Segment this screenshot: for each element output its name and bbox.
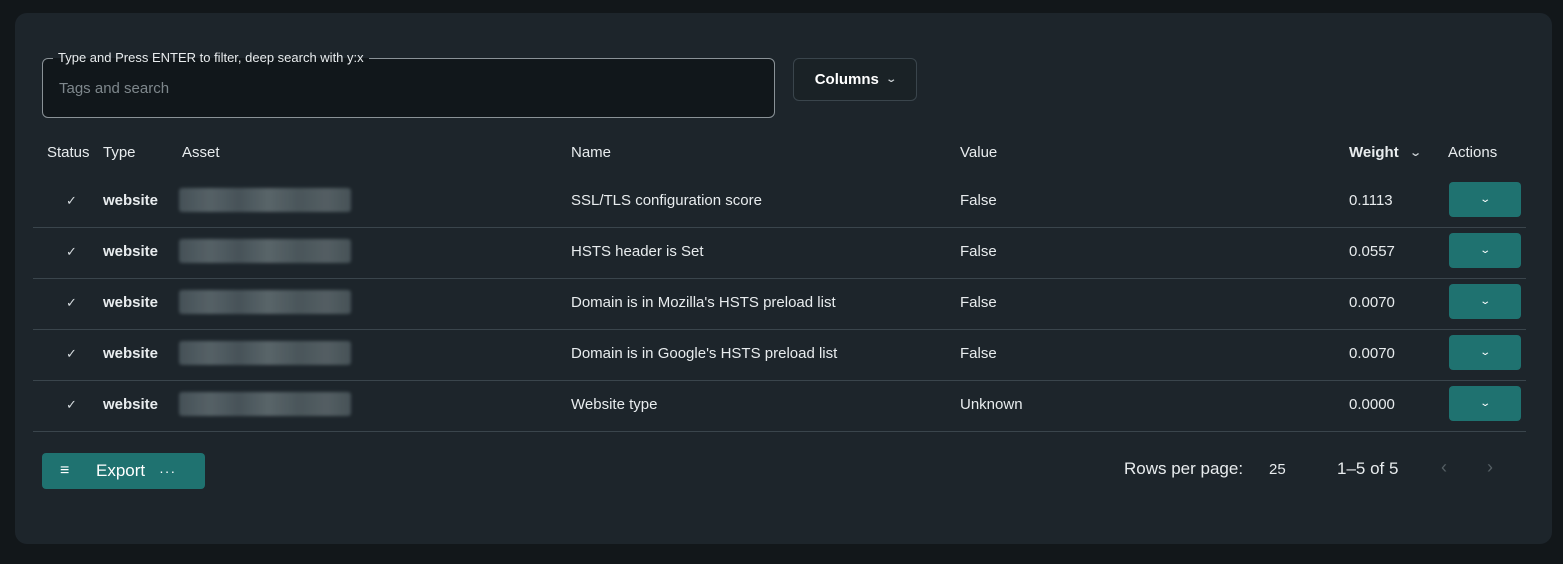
row-value: False [960,243,997,260]
export-button[interactable]: ≡ Export ··· [42,453,205,489]
row-weight: 0.1113 [1349,192,1393,209]
row-type: website [103,192,159,209]
row-value: Unknown [960,396,1023,413]
header-status[interactable]: Status [47,144,90,161]
table-header: Status Type Asset Name Value Weight ⌄ Ac… [15,144,1552,166]
table-row: ✓ website Website type Unknown 0.0000 ⌄ [33,380,1526,432]
header-weight[interactable]: Weight ⌄ [1349,144,1422,161]
chevron-down-icon: ⌄ [1479,245,1491,256]
row-value: False [960,294,997,311]
row-name: Domain is in Mozilla's HSTS preload list [571,294,836,311]
status-check-icon: ✓ [66,193,77,208]
export-label: Export [96,461,146,480]
asset-redacted [179,239,351,263]
row-type: website [103,294,159,311]
row-actions-button[interactable]: ⌄ [1449,386,1521,421]
more-horizontal-icon[interactable]: ··· [159,463,176,479]
chevron-right-icon[interactable]: › [1487,457,1493,478]
chevron-down-icon: ⌄ [1479,296,1491,307]
asset-redacted [179,188,351,212]
asset-redacted [179,341,351,365]
row-name: SSL/TLS configuration score [571,192,762,209]
rows-per-page-label: Rows per page: [1124,459,1244,478]
search-field[interactable]: Type and Press ENTER to filter, deep sea… [42,50,775,118]
row-name: Website type [571,396,658,413]
row-actions-button[interactable]: ⌄ [1449,284,1521,319]
row-name: Domain is in Google's HSTS preload list [571,345,838,362]
list-export-icon: ≡ [60,462,70,479]
row-value: False [960,345,997,362]
columns-button[interactable]: Columns ⌄ [793,58,917,101]
header-value[interactable]: Value [960,144,997,161]
header-weight-label: Weight [1349,144,1399,161]
row-weight: 0.0000 [1349,396,1395,413]
row-value: False [960,192,997,209]
row-actions-button[interactable]: ⌄ [1449,335,1521,370]
chevron-left-icon[interactable]: ‹ [1441,457,1447,478]
header-type[interactable]: Type [103,144,136,161]
row-weight: 0.0070 [1349,345,1395,362]
search-input[interactable] [59,77,749,99]
status-check-icon: ✓ [66,295,77,310]
results-panel: Type and Press ENTER to filter, deep sea… [15,13,1552,544]
header-actions: Actions [1448,144,1498,161]
columns-button-label: Columns [814,71,879,88]
asset-redacted [179,392,351,416]
status-check-icon: ✓ [66,397,77,412]
pagination-range: 1–5 of 5 [1337,459,1399,478]
asset-redacted [179,290,351,314]
chevron-down-icon: ⌄ [885,74,897,85]
row-name: HSTS header is Set [571,243,704,260]
table-row: ✓ website HSTS header is Set False 0.055… [33,227,1526,279]
header-asset[interactable]: Asset [182,144,220,161]
row-actions-button[interactable]: ⌄ [1449,233,1521,268]
chevron-down-icon: ⌄ [1479,194,1491,205]
table-row: ✓ website Domain is in Google's HSTS pre… [33,329,1526,381]
row-type: website [103,243,159,260]
table-row: ✓ website Domain is in Mozilla's HSTS pr… [33,278,1526,330]
row-weight: 0.0557 [1349,243,1395,260]
chevron-down-icon: ⌄ [1479,398,1491,409]
header-name[interactable]: Name [571,144,611,161]
status-check-icon: ✓ [66,346,77,361]
table-row: ✓ website SSL/TLS configuration score Fa… [33,176,1526,228]
status-check-icon: ✓ [66,244,77,259]
row-type: website [103,345,159,362]
sort-chevron-down-icon[interactable]: ⌄ [1409,146,1422,159]
search-legend: Type and Press ENTER to filter, deep sea… [53,50,369,66]
row-type: website [103,396,159,413]
row-weight: 0.0070 [1349,294,1395,311]
rows-per-page-select[interactable]: 25 [1269,461,1286,478]
row-actions-button[interactable]: ⌄ [1449,182,1521,217]
chevron-down-icon: ⌄ [1479,347,1491,358]
